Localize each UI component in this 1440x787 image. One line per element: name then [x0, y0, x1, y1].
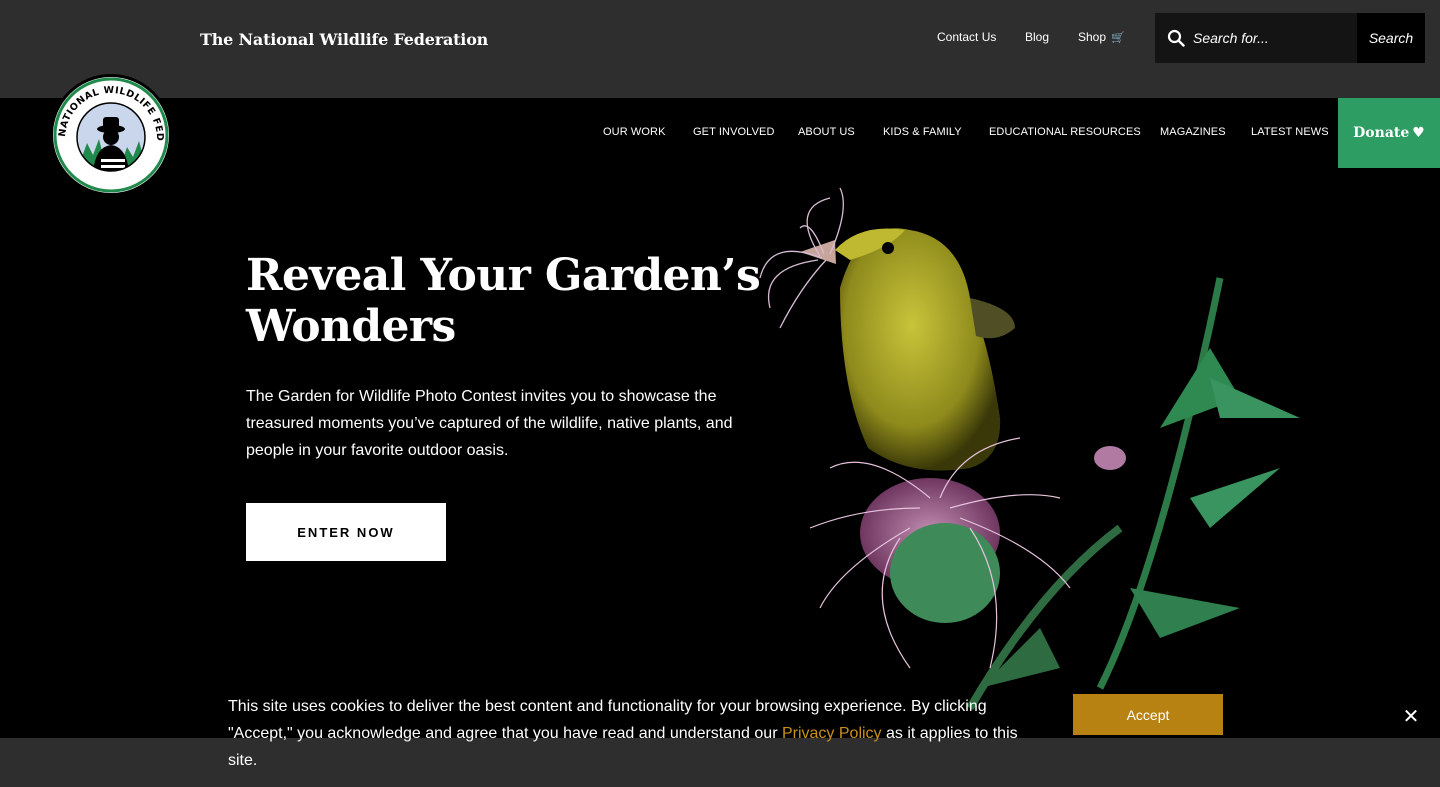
main-nav: OUR WORK GET INVOLVED ABOUT US KIDS & FA… [0, 98, 1440, 168]
search-box [1155, 13, 1357, 63]
nav-educational-resources[interactable]: EDUCATIONAL RESOURCES [989, 126, 1141, 138]
search-button[interactable]: Search [1357, 13, 1425, 63]
heart-icon: ♥ [1412, 125, 1425, 141]
donate-button[interactable]: Donate ♥ [1338, 98, 1440, 168]
nav-get-involved[interactable]: GET INVOLVED [693, 126, 774, 138]
search-icon[interactable] [1167, 29, 1185, 47]
site-name[interactable]: The National Wildlife Federation [200, 30, 488, 49]
hero-title: Reveal Your Garden’s Wonders [246, 250, 761, 352]
nav-magazines[interactable]: MAGAZINES [1160, 126, 1226, 138]
nwf-logo[interactable]: NATIONAL WILDLIFE FEDERATION [49, 73, 173, 197]
hero-photo [759, 187, 1300, 711]
cookie-message: This site uses cookies to deliver the be… [228, 693, 1043, 774]
nav-latest-news[interactable]: LATEST NEWS [1251, 126, 1329, 138]
contact-us-link[interactable]: Contact Us [937, 30, 996, 44]
nav-kids-family[interactable]: KIDS & FAMILY [883, 126, 962, 138]
hero-description: The Garden for Wildlife Photo Contest in… [246, 388, 733, 459]
donate-label: Donate [1353, 125, 1410, 141]
shop-label: Shop [1078, 30, 1107, 44]
shop-link[interactable]: Shop 🛒 [1078, 30, 1125, 44]
cart-icon: 🛒 [1111, 32, 1125, 44]
privacy-policy-link[interactable]: Privacy Policy [782, 725, 882, 742]
accept-cookies-button[interactable]: Accept [1073, 694, 1223, 735]
search-input[interactable] [1193, 23, 1353, 53]
nav-about-us[interactable]: ABOUT US [798, 126, 855, 138]
nav-our-work[interactable]: OUR WORK [603, 126, 666, 138]
blog-link[interactable]: Blog [1025, 30, 1049, 44]
enter-now-button[interactable]: ENTER NOW [246, 503, 446, 561]
close-icon[interactable]: ✕ [1397, 694, 1425, 738]
